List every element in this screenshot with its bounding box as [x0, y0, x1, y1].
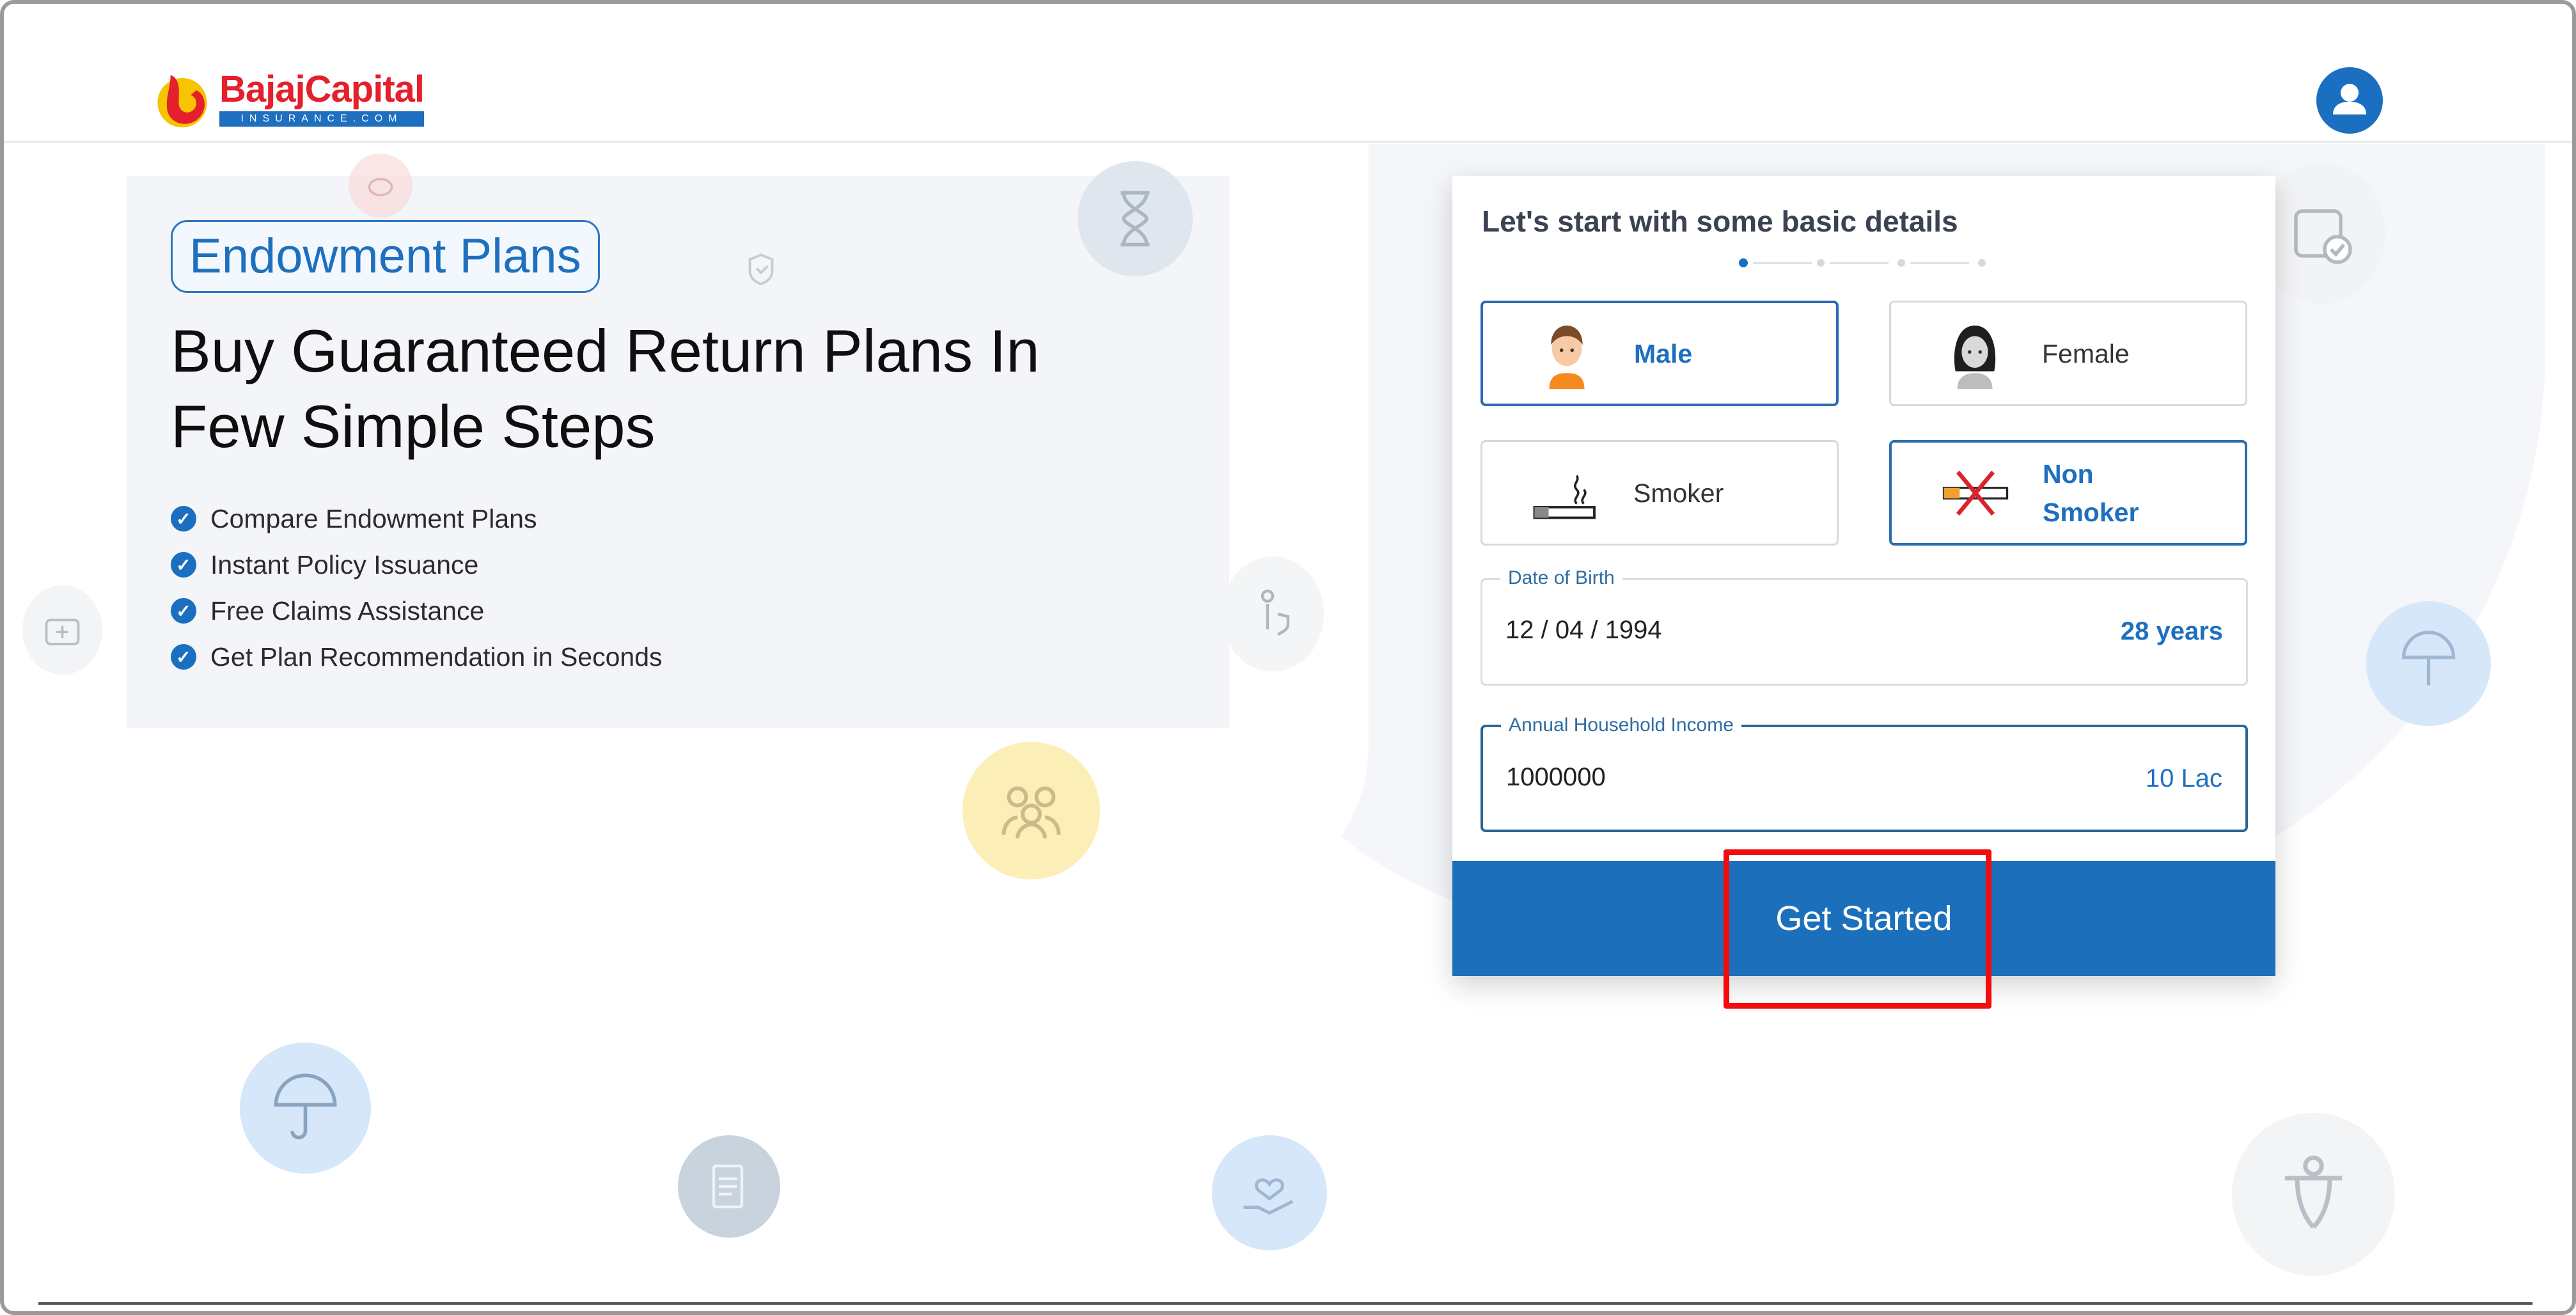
brand-logo-mark-icon — [157, 75, 207, 128]
check-circle-icon: ✓ — [171, 644, 196, 670]
page-bottom-edge — [38, 1302, 2533, 1305]
step-connector — [1910, 262, 1969, 264]
headline-line-2: Few Simple Steps — [171, 393, 656, 460]
male-avatar-icon — [1549, 325, 1585, 389]
brand-logo[interactable]: BajajCapital INSURANCE.COM — [153, 67, 428, 130]
get-started-button[interactable]: Get Started — [1452, 861, 2275, 976]
user-account-button[interactable] — [2316, 67, 2383, 134]
family-icon — [962, 742, 1100, 879]
product-badge: Endowment Plans — [171, 220, 600, 293]
form-title: Let's start with some basic details — [1482, 205, 1958, 238]
piggy-bank-icon — [349, 154, 412, 217]
step-1-indicator — [1739, 258, 1748, 267]
option-label-line-1: Non — [2043, 459, 2094, 489]
feature-list: ✓ Compare Endowment Plans ✓ Instant Policy… — [171, 496, 663, 680]
date-of-birth-field[interactable]: Date of Birth 12 / 04 / 1994 28 years — [1480, 567, 2248, 686]
no-smoking-icon — [1942, 470, 2009, 516]
hero-headline: Buy Guaranteed Return Plans In Few Simpl… — [171, 313, 1207, 464]
hero-panel: Endowment Plans Buy Guaranteed Return Pl… — [127, 176, 1229, 728]
feature-text: Free Claims Assistance — [210, 595, 485, 626]
option-label: Male — [1634, 338, 1693, 368]
smoker-option[interactable]: Smoker — [1480, 440, 1839, 546]
shield-hands-icon — [716, 230, 806, 320]
dob-label: Date of Birth — [1500, 567, 1622, 589]
umbrella-person-icon — [2366, 601, 2491, 726]
person-shield-icon — [1221, 556, 1324, 672]
calendar-check-icon — [2258, 163, 2385, 304]
headline-line-1: Buy Guaranteed Return Plans In — [171, 317, 1040, 384]
feature-text: Get Plan Recommendation in Seconds — [210, 642, 663, 672]
hourglass-icon — [1078, 161, 1193, 276]
user-account-icon — [2333, 84, 2366, 114]
check-circle-icon: ✓ — [171, 506, 196, 532]
annual-income-field[interactable]: Annual Household Income 1000000 10 Lac — [1480, 714, 2248, 832]
feature-item: ✓ Compare Endowment Plans — [171, 496, 663, 542]
option-label-line-2: Smoker — [2043, 497, 2139, 527]
step-2-indicator — [1817, 259, 1825, 267]
gender-female-option[interactable]: Female — [1889, 301, 2247, 406]
age-readout: 28 years — [2120, 617, 2223, 645]
feature-item: ✓ Instant Policy Issuance — [171, 542, 663, 588]
hand-heart-icon — [1212, 1135, 1327, 1250]
income-input[interactable]: 1000000 — [1506, 763, 1606, 792]
non-smoker-option[interactable]: Non Smoker — [1889, 440, 2247, 546]
female-avatar-icon — [1954, 325, 1996, 389]
step-connector — [1830, 262, 1889, 264]
feature-text: Instant Policy Issuance — [210, 549, 479, 579]
basic-details-form: Let's start with some basic details Male… — [1452, 176, 2275, 976]
option-label: Non Smoker — [2043, 455, 2139, 532]
umbrella-heart-icon — [240, 1043, 371, 1174]
document-shield-icon — [678, 1135, 780, 1238]
income-label: Annual Household Income — [1501, 714, 1741, 736]
site-header: BajajCapital INSURANCE.COM — [0, 0, 2576, 143]
option-label: Female — [2042, 338, 2130, 368]
medical-kit-icon — [22, 585, 102, 675]
feature-text: Compare Endowment Plans — [210, 503, 537, 533]
feature-item: ✓ Free Claims Assistance — [171, 588, 663, 634]
step-3-indicator — [1897, 259, 1905, 267]
step-4-indicator — [1978, 259, 1986, 267]
brand-subtitle: INSURANCE.COM — [219, 111, 424, 127]
cigarette-icon — [1533, 475, 1596, 519]
gender-male-option[interactable]: Male — [1480, 301, 1839, 406]
income-words-readout: 10 Lac — [2145, 764, 2222, 792]
feature-item: ✓ Get Plan Recommendation in Seconds — [171, 634, 663, 680]
check-circle-icon: ✓ — [171, 552, 196, 578]
check-circle-icon: ✓ — [171, 598, 196, 624]
progress-stepper — [1739, 258, 1988, 268]
brand-name: BajajCapital — [219, 68, 425, 110]
dob-input[interactable]: 12 / 04 / 1994 — [1505, 616, 1662, 645]
person-care-icon — [2232, 1113, 2395, 1276]
option-label: Smoker — [1633, 478, 1724, 508]
step-connector — [1753, 262, 1812, 264]
